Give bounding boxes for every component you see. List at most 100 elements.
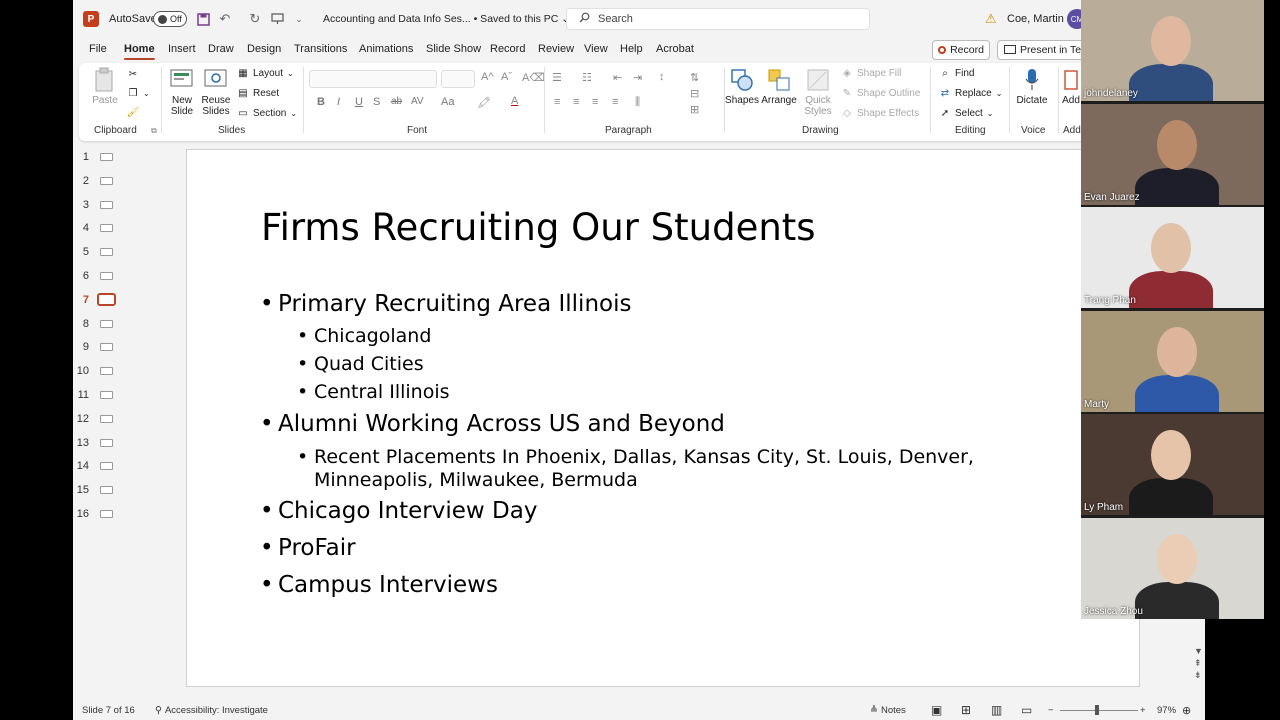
redo-icon[interactable]: ↻ bbox=[247, 11, 263, 27]
format-painter-button[interactable]: 🖌 bbox=[127, 106, 140, 118]
participant-video-tile[interactable]: Ly Pham bbox=[1081, 414, 1264, 515]
paste-button[interactable]: Paste bbox=[91, 67, 119, 106]
tab-file[interactable]: File bbox=[89, 43, 107, 55]
slide-thumbnail[interactable]: 12 bbox=[73, 409, 185, 429]
bullet-level-1[interactable]: Primary Recruiting Area Illinois bbox=[260, 291, 631, 317]
increase-indent-icon[interactable]: ⇥ bbox=[633, 71, 642, 84]
bold-button[interactable]: B bbox=[317, 96, 325, 108]
dictate-button[interactable]: Dictate bbox=[1015, 67, 1049, 106]
zoom-out-icon[interactable]: − bbox=[1048, 705, 1054, 716]
warning-icon[interactable]: ⚠ bbox=[985, 11, 997, 27]
present-from-beginning-icon[interactable] bbox=[269, 11, 285, 27]
previous-slide-icon[interactable]: ⇞ bbox=[1194, 657, 1203, 669]
slide-thumbnail[interactable]: 16 bbox=[73, 504, 185, 524]
tab-home[interactable]: Home bbox=[124, 43, 155, 60]
slide-thumbnail[interactable]: 13 bbox=[73, 433, 185, 453]
change-case-button[interactable]: Aa bbox=[441, 96, 454, 108]
user-name[interactable]: Coe, Martin J bbox=[1007, 13, 1072, 25]
underline-button[interactable]: U bbox=[355, 96, 363, 108]
slide-thumbnail[interactable]: 7 bbox=[73, 290, 185, 310]
shapes-button[interactable]: Shapes bbox=[725, 67, 759, 106]
notes-button[interactable]: ≜ Notes bbox=[870, 705, 906, 716]
tab-draw[interactable]: Draw bbox=[208, 43, 234, 55]
normal-view-icon[interactable]: ▣ bbox=[931, 703, 942, 717]
record-button[interactable]: Record bbox=[932, 40, 990, 60]
text-shadow-button[interactable]: S bbox=[373, 96, 380, 108]
slide-thumbnail[interactable]: 11 bbox=[73, 385, 185, 405]
slide-thumbnail[interactable]: 1 bbox=[73, 147, 185, 167]
slide-sorter-icon[interactable]: ⊞ bbox=[961, 703, 971, 717]
align-left-icon[interactable]: ≡ bbox=[554, 96, 560, 108]
tab-design[interactable]: Design bbox=[247, 43, 281, 55]
zoom-level[interactable]: 97% bbox=[1157, 705, 1176, 716]
layout-button[interactable]: ▦ Layout ⌄ bbox=[237, 67, 293, 79]
select-button[interactable]: ➚ Select ⌄ bbox=[939, 107, 994, 119]
participant-video-tile[interactable]: Trang Phan bbox=[1081, 207, 1264, 308]
numbering-icon[interactable]: ☷ bbox=[582, 71, 592, 84]
font-color-icon[interactable]: A bbox=[511, 95, 518, 107]
italic-button[interactable]: I bbox=[337, 96, 340, 108]
scroll-controls[interactable]: ▼ ⇞ ⇟ bbox=[1194, 645, 1203, 681]
tab-insert[interactable]: Insert bbox=[168, 43, 196, 55]
increase-font-icon[interactable]: A^ bbox=[481, 71, 494, 83]
tab-transitions[interactable]: Transitions bbox=[294, 43, 347, 55]
new-slide-button[interactable]: New Slide bbox=[167, 67, 197, 117]
clear-formatting-icon[interactable]: A⌫ bbox=[522, 71, 545, 84]
slide-thumbnail[interactable]: 8 bbox=[73, 314, 185, 334]
justify-icon[interactable]: ≡ bbox=[612, 96, 618, 108]
bullet-level-2[interactable]: Recent Placements In Phoenix, Dallas, Ka… bbox=[297, 446, 974, 492]
shape-outline-button[interactable]: ✎ Shape Outline bbox=[841, 87, 921, 99]
shape-effects-button[interactable]: ◇ Shape Effects bbox=[841, 107, 919, 119]
align-center-icon[interactable]: ≡ bbox=[573, 96, 579, 108]
copy-button[interactable]: ❐ ⌄ bbox=[127, 87, 150, 99]
tab-animations[interactable]: Animations bbox=[359, 43, 413, 55]
customize-toolbar-icon[interactable]: ⌄ bbox=[291, 11, 307, 27]
participant-video-tile[interactable]: johndelaney bbox=[1081, 0, 1264, 101]
tab-help[interactable]: Help bbox=[620, 43, 643, 55]
replace-button[interactable]: ⇄ Replace ⌄ bbox=[939, 87, 1003, 99]
fit-to-window-icon[interactable]: ⊕ bbox=[1182, 704, 1191, 717]
zoom-slider-track[interactable] bbox=[1060, 710, 1138, 711]
font-family-select[interactable] bbox=[309, 70, 437, 88]
slide-thumbnail[interactable]: 9 bbox=[73, 337, 185, 357]
text-direction-icon[interactable]: ⇅ bbox=[690, 71, 699, 84]
dialog-launcher-icon[interactable]: ⧉ bbox=[148, 125, 160, 137]
slide-thumbnail[interactable]: 15 bbox=[73, 480, 185, 500]
participant-video-tile[interactable]: Marty bbox=[1081, 310, 1264, 412]
autosave-toggle[interactable]: Off bbox=[153, 11, 187, 27]
cut-button[interactable]: ✂ bbox=[127, 68, 139, 80]
undo-icon[interactable]: ↶ bbox=[217, 11, 233, 27]
accessibility-button[interactable]: ⚲ Accessibility: Investigate bbox=[155, 705, 268, 716]
bullet-level-2[interactable]: Quad Cities bbox=[297, 353, 424, 375]
line-spacing-icon[interactable]: ↕ bbox=[659, 71, 665, 83]
find-button[interactable]: ⌕ Find bbox=[939, 67, 974, 79]
bullet-level-1[interactable]: Alumni Working Across US and Beyond bbox=[260, 411, 725, 437]
smartart-icon[interactable]: ⊞ bbox=[690, 103, 699, 116]
arrange-button[interactable]: Arrange bbox=[761, 67, 797, 106]
tab-review[interactable]: Review bbox=[538, 43, 574, 55]
participant-video-tile[interactable]: Evan Juarez bbox=[1081, 103, 1264, 205]
bullet-level-1[interactable]: ProFair bbox=[260, 535, 356, 561]
reset-button[interactable]: ▤ Reset bbox=[237, 87, 279, 99]
align-text-icon[interactable]: ⊟ bbox=[690, 87, 699, 100]
tab-view[interactable]: View bbox=[584, 43, 608, 55]
zoom-slider-thumb[interactable] bbox=[1095, 705, 1099, 715]
search-box[interactable]: Search bbox=[566, 8, 870, 30]
decrease-font-icon[interactable]: Aˇ bbox=[501, 71, 512, 83]
slide-thumbnail[interactable]: 6 bbox=[73, 266, 185, 286]
character-spacing-button[interactable]: AV bbox=[411, 96, 424, 107]
slide-thumbnail[interactable]: 3 bbox=[73, 195, 185, 215]
slide-canvas[interactable]: Firms Recruiting Our Students Primary Re… bbox=[186, 149, 1140, 687]
quick-styles-button[interactable]: Quick Styles bbox=[801, 67, 835, 117]
participant-video-tile[interactable]: Jessica Zhou bbox=[1081, 517, 1264, 619]
bullet-level-2[interactable]: Central Illinois bbox=[297, 381, 450, 403]
align-right-icon[interactable]: ≡ bbox=[592, 96, 598, 108]
slide-thumbnail[interactable]: 4 bbox=[73, 218, 185, 238]
slide-title[interactable]: Firms Recruiting Our Students bbox=[261, 206, 816, 249]
bullets-icon[interactable]: ☰ bbox=[552, 71, 562, 84]
tab-acrobat[interactable]: Acrobat bbox=[656, 43, 694, 55]
font-size-select[interactable] bbox=[441, 70, 475, 88]
slide-thumbnail[interactable]: 14 bbox=[73, 456, 185, 476]
bullet-level-1[interactable]: Chicago Interview Day bbox=[260, 498, 537, 524]
scroll-down-icon[interactable]: ▼ bbox=[1194, 645, 1203, 657]
